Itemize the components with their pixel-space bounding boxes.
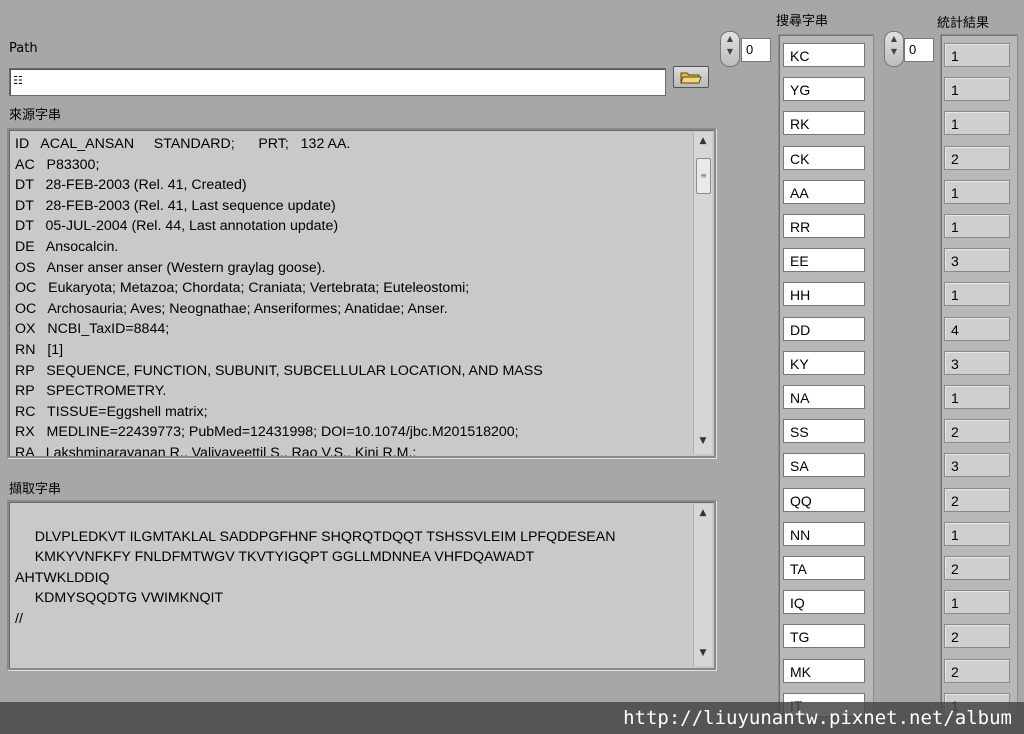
- search-header: 搜尋字串: [776, 14, 829, 29]
- results-array: 11121131431232121221: [940, 34, 1018, 717]
- search-item[interactable]: KY: [783, 350, 865, 375]
- search-item[interactable]: TG: [783, 624, 865, 649]
- search-item[interactable]: AA: [783, 179, 865, 204]
- text-line: KMKYVNFKFY FNLDFMTWGV TKVTYIGQPT GGLLMDN…: [15, 549, 535, 566]
- text-line: [15, 506, 690, 527]
- search-index-stepper[interactable]: ▲ ▼: [720, 31, 740, 67]
- results-header: 統計結果: [937, 16, 990, 31]
- search-item[interactable]: MK: [783, 658, 865, 683]
- scroll-thumb[interactable]: ≡: [696, 158, 711, 194]
- result-item[interactable]: 1: [944, 43, 1010, 67]
- search-item[interactable]: CK: [783, 145, 865, 170]
- browse-button[interactable]: [673, 66, 709, 88]
- extract-textarea[interactable]: DLVPLEDKVT ILGMTAKLAL SADDPGFHNF SHQRQTD…: [7, 500, 716, 670]
- result-item[interactable]: 3: [944, 248, 1010, 273]
- scroll-down-icon[interactable]: ▼: [694, 648, 712, 662]
- text-line: RA Lakshminarayanan R., Valiyaveettil S.…: [15, 444, 417, 458]
- result-item[interactable]: 2: [944, 487, 1010, 512]
- folder-icon: [680, 72, 702, 84]
- text-line: RP SPECTROMETRY.: [15, 383, 167, 400]
- text-line: DLVPLEDKVT ILGMTAKLAL SADDPGFHNF SHQRQTD…: [15, 528, 616, 545]
- path-input[interactable]: ☷: [9, 68, 666, 96]
- search-item[interactable]: EE: [783, 248, 865, 273]
- watermark-bar: http://liuyunantw.pixnet.net/album: [0, 702, 1024, 734]
- result-item[interactable]: 3: [944, 453, 1010, 478]
- result-item[interactable]: 2: [944, 624, 1010, 649]
- text-line: DT 05-JUL-2004 (Rel. 44, Last annotation…: [15, 218, 339, 235]
- result-item[interactable]: 2: [944, 556, 1010, 580]
- search-item[interactable]: SS: [783, 419, 865, 444]
- text-line: RX MEDLINE=22439773; PubMed=12431998; DO…: [15, 424, 519, 441]
- path-label: Path: [9, 41, 38, 56]
- text-line: RC TISSUE=Eggshell matrix;: [15, 403, 208, 420]
- results-index-input[interactable]: 0: [904, 38, 934, 62]
- result-item[interactable]: 2: [944, 145, 1010, 170]
- search-item[interactable]: HH: [783, 282, 865, 307]
- search-item[interactable]: DD: [783, 316, 865, 341]
- results-index-stepper[interactable]: ▲ ▼: [884, 31, 904, 67]
- text-line: OC Archosauria; Aves; Neognathae; Anseri…: [15, 300, 448, 317]
- scroll-down-icon[interactable]: ▼: [694, 436, 712, 450]
- search-item[interactable]: KC: [783, 43, 865, 67]
- search-item[interactable]: RK: [783, 111, 865, 136]
- result-item[interactable]: 2: [944, 419, 1010, 444]
- text-line: ID ACAL_ANSAN STANDARD; PRT; 132 AA.: [15, 136, 351, 152]
- text-line: OS Anser anser anser (Western graylag go…: [15, 259, 326, 276]
- search-array: KCYGRKCKAARREEHHDDKYNASSSAQQNNTAIQTGMKIT: [778, 34, 874, 717]
- text-line: DT 28-FEB-2003 (Rel. 41, Created): [15, 177, 247, 194]
- result-item[interactable]: 1: [944, 282, 1010, 307]
- text-line: RN [1]: [15, 341, 64, 358]
- text-line: DE Ansocalcin.: [15, 238, 119, 255]
- search-item[interactable]: IQ: [783, 590, 865, 615]
- text-line: RP SEQUENCE, FUNCTION, SUBUNIT, SUBCELLU…: [15, 362, 543, 379]
- search-item[interactable]: NA: [783, 385, 865, 409]
- source-textarea[interactable]: ID ACAL_ANSAN STANDARD; PRT; 132 AA. AC P…: [7, 128, 716, 458]
- text-line: OX NCBI_TaxID=8844;: [15, 321, 170, 338]
- search-item[interactable]: SA: [783, 453, 865, 478]
- extract-scrollbar[interactable]: ▲ ▼: [693, 504, 712, 666]
- text-line: //: [15, 610, 23, 627]
- result-item[interactable]: 1: [944, 521, 1010, 546]
- text-line: OC Eukaryota; Metazoa; Chordata; Craniat…: [15, 280, 470, 297]
- search-item[interactable]: QQ: [783, 487, 865, 512]
- text-line: KDMYSQQDTG VWIMKNQIT: [15, 590, 224, 607]
- result-item[interactable]: 1: [944, 77, 1010, 102]
- source-text: ID ACAL_ANSAN STANDARD; PRT; 132 AA. AC P…: [15, 134, 690, 458]
- search-item[interactable]: NN: [783, 521, 865, 546]
- result-item[interactable]: 2: [944, 658, 1010, 683]
- extract-label: 擷取字串: [9, 482, 62, 497]
- result-item[interactable]: 4: [944, 316, 1010, 341]
- search-item[interactable]: YG: [783, 77, 865, 102]
- scroll-up-icon[interactable]: ▲: [694, 136, 712, 150]
- result-item[interactable]: 1: [944, 214, 1010, 238]
- result-item[interactable]: 1: [944, 590, 1010, 615]
- text-line: AC P83300;: [15, 156, 100, 173]
- search-index-input[interactable]: 0: [741, 38, 771, 62]
- search-item[interactable]: TA: [783, 556, 865, 580]
- text-line: DT 28-FEB-2003 (Rel. 41, Last sequence u…: [15, 197, 336, 214]
- search-item[interactable]: RR: [783, 214, 865, 238]
- result-item[interactable]: 1: [944, 385, 1010, 409]
- result-item[interactable]: 1: [944, 111, 1010, 136]
- path-symbol-icon: ☷: [13, 74, 23, 87]
- source-label: 來源字串: [9, 108, 62, 123]
- result-item[interactable]: 1: [944, 179, 1010, 204]
- result-item[interactable]: 3: [944, 350, 1010, 375]
- extract-text: DLVPLEDKVT ILGMTAKLAL SADDPGFHNF SHQRQTD…: [15, 506, 690, 630]
- scroll-up-icon[interactable]: ▲: [694, 508, 712, 522]
- text-line: AHTWKLDDIQ: [15, 569, 110, 586]
- source-scrollbar[interactable]: ▲ ≡ ▼: [693, 132, 712, 454]
